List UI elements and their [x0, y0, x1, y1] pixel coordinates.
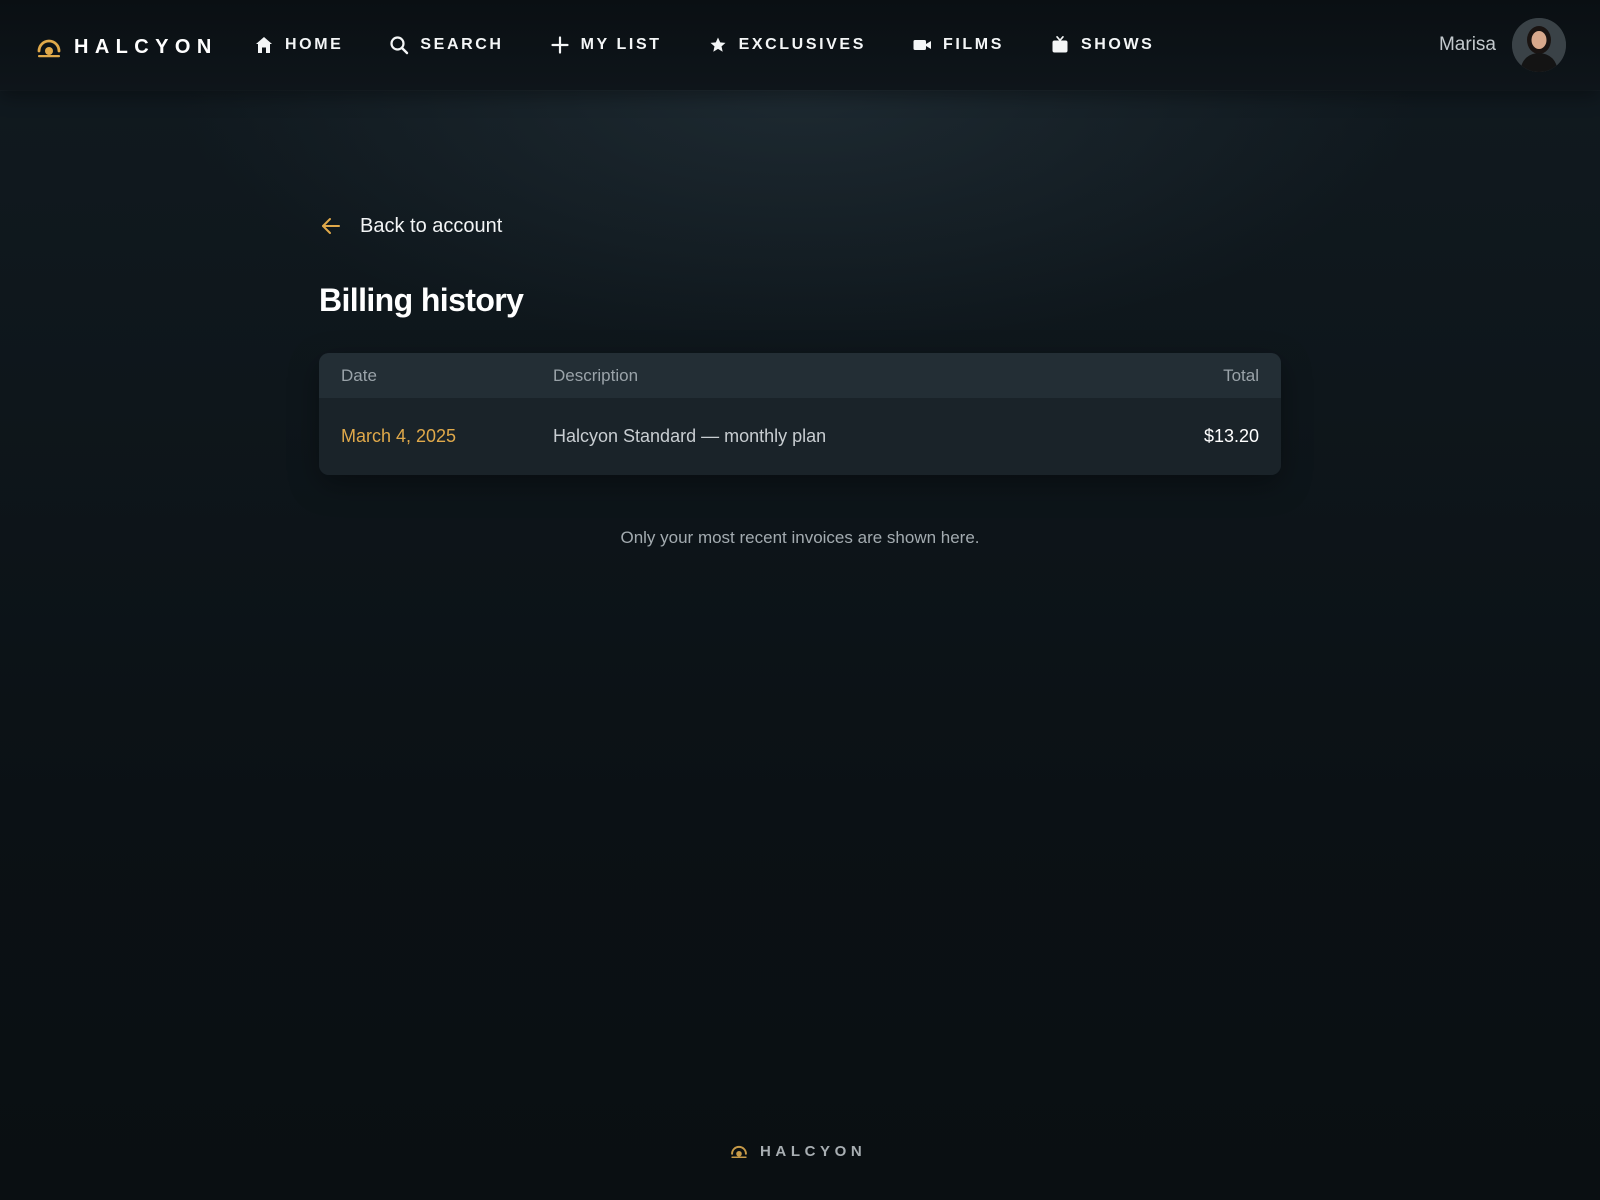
nav-item-label: SEARCH	[420, 36, 504, 53]
column-header-total: Total	[1223, 365, 1259, 385]
column-header-date: Date	[341, 365, 377, 385]
footer-brand-name: HALCYON	[760, 1142, 867, 1160]
nav-item-label: EXCLUSIVES	[738, 36, 866, 53]
main-nav: HOME SEARCH MY LIST EXCLUSIVES FILMS SHO…	[254, 30, 1200, 60]
page-title: Billing history	[319, 282, 524, 318]
top-navigation-bar: HALCYON HOME SEARCH MY LIST EXCLUSIVES F…	[0, 0, 1600, 90]
nav-item-home[interactable]: HOME	[254, 35, 343, 55]
nav-item-label: HOME	[285, 36, 344, 53]
nav-item-my-list[interactable]: MY LIST	[550, 35, 662, 55]
home-icon	[256, 37, 272, 53]
nav-item-label: SHOWS	[1080, 36, 1155, 53]
back-link-label: Back to account	[360, 214, 503, 237]
table-row[interactable]: March 4, 2025 Halcyon Standard — monthly…	[319, 398, 1281, 475]
plus-icon	[550, 36, 569, 54]
user-menu[interactable]: Marisa	[1439, 18, 1566, 72]
nav-item-films[interactable]: FILMS	[912, 35, 1004, 55]
user-name: Marisa	[1438, 34, 1496, 55]
nav-item-exclusives[interactable]: EXCLUSIVES	[708, 35, 866, 55]
footer-brand: HALCYON	[730, 1140, 866, 1162]
nav-item-label: FILMS	[942, 36, 1004, 53]
tv-icon	[1052, 35, 1068, 53]
avatar-image	[1512, 18, 1566, 72]
nav-item-label: MY LIST	[580, 36, 662, 53]
brand-name: HALCYON	[74, 35, 218, 58]
back-to-account-link[interactable]: Back to account	[320, 211, 502, 241]
halcyon-logo-icon	[37, 39, 61, 58]
invoice-description: Halcyon Standard — monthly plan	[553, 426, 827, 446]
search-icon	[390, 36, 409, 55]
invoice-total: $13.20	[1203, 426, 1259, 446]
invoices-note: Only your most recent invoices are shown…	[620, 528, 980, 547]
star-icon	[710, 37, 726, 52]
brand-logo[interactable]: HALCYON	[36, 30, 218, 64]
nav-item-shows[interactable]: SHOWS	[1050, 35, 1154, 55]
video-camera-icon	[913, 40, 931, 50]
nav-item-search[interactable]: SEARCH	[389, 35, 503, 55]
table-header: Date Description Total	[319, 353, 1281, 398]
arrow-left-icon	[322, 218, 340, 234]
column-header-description: Description	[553, 365, 639, 385]
billing-table: Date Description Total March 4, 2025 Hal…	[319, 353, 1281, 475]
halcyon-logo-icon	[731, 1145, 747, 1159]
invoice-date[interactable]: March 4, 2025	[341, 426, 456, 447]
avatar[interactable]	[1512, 18, 1566, 72]
